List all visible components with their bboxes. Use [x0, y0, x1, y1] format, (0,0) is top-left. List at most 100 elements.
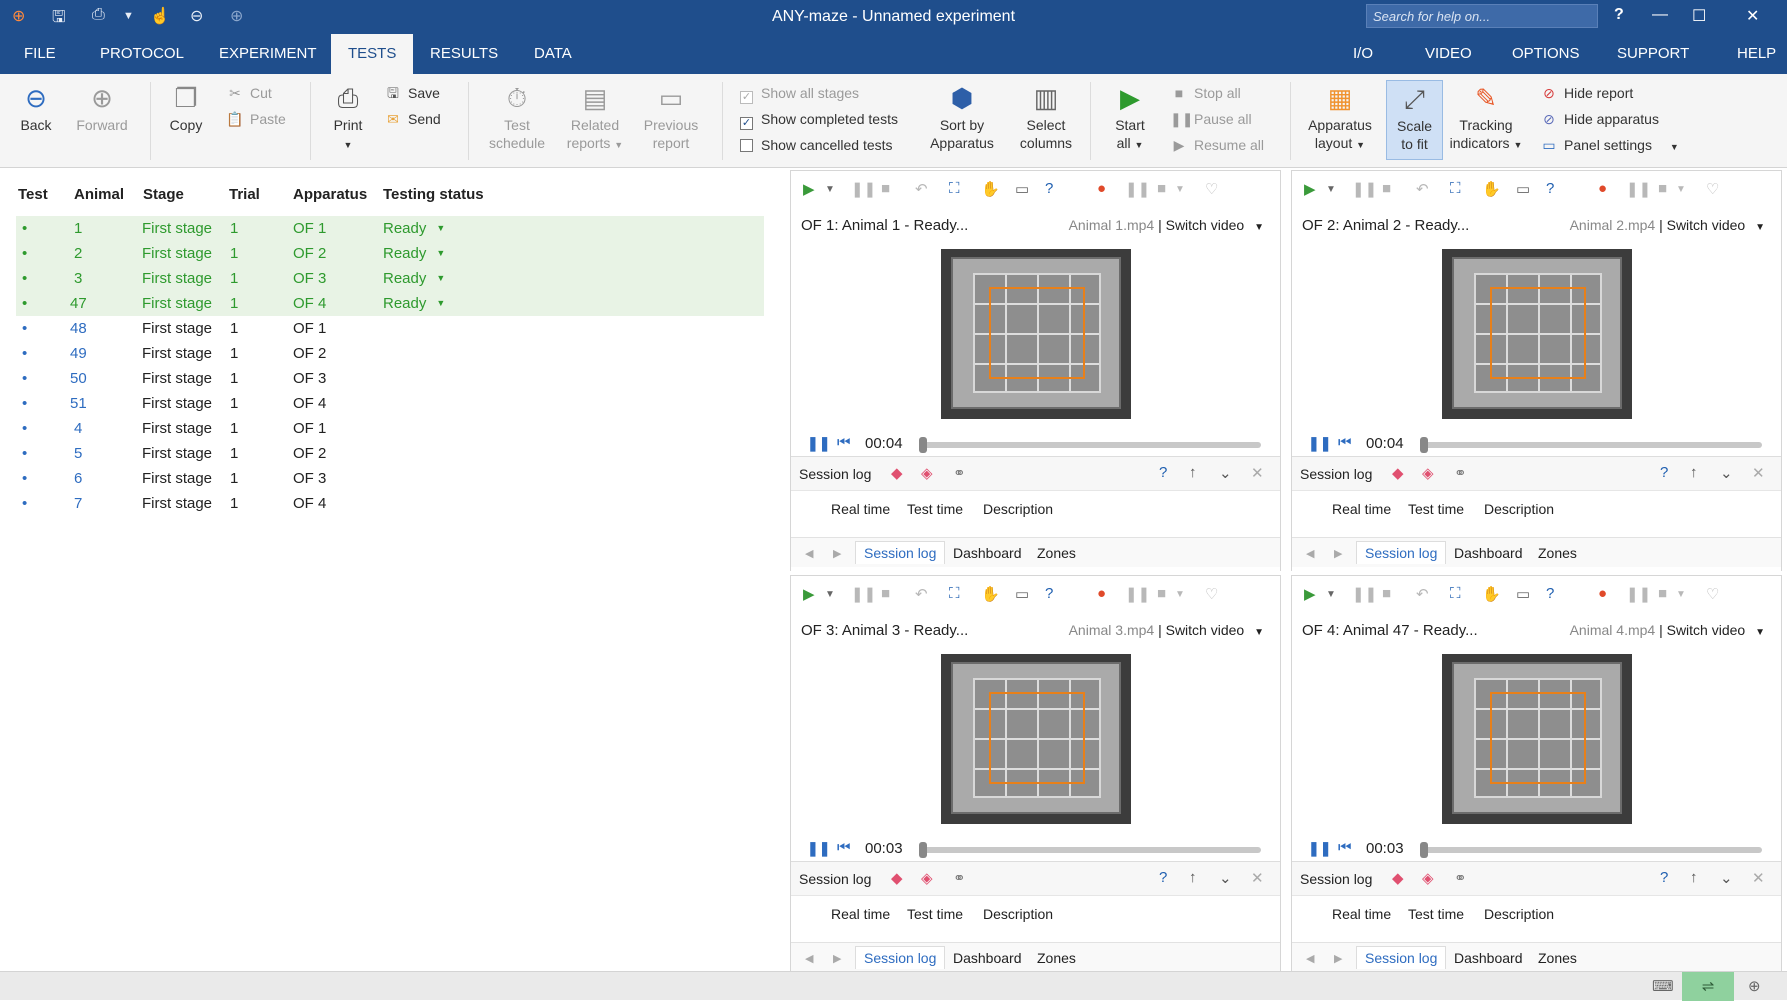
table-row[interactable]: • 49 First stage 1 OF 2: [16, 341, 764, 366]
eraser-icon[interactable]: ◆: [1392, 869, 1404, 887]
play-icon[interactable]: ▶: [803, 180, 815, 198]
related-reports-button[interactable]: ▤ Related reports ▼: [560, 84, 630, 154]
dropdown-arrow-icon[interactable]: ▼: [436, 273, 445, 283]
pause-record-icon[interactable]: ❚❚: [1626, 180, 1651, 198]
heart-icon[interactable]: ♡: [1205, 585, 1218, 603]
previous-report-button[interactable]: ▭ Previous report: [638, 84, 704, 152]
stop-icon[interactable]: ■: [1382, 180, 1391, 197]
link-icon[interactable]: ⚭: [953, 869, 966, 887]
stop-record-icon[interactable]: ■: [1658, 180, 1667, 197]
column-header-stage[interactable]: Stage: [143, 186, 184, 203]
table-row[interactable]: • 50 First stage 1 OF 3: [16, 366, 764, 391]
screen-record-icon[interactable]: ▭: [1516, 585, 1530, 603]
pause-icon[interactable]: ❚❚: [1352, 180, 1377, 198]
help-circle-icon[interactable]: ?: [1159, 464, 1167, 481]
help-circle-icon[interactable]: ?: [1159, 869, 1167, 886]
skip-back-icon[interactable]: ⏮: [837, 839, 851, 856]
chevron-down-icon[interactable]: ▼: [1254, 627, 1264, 638]
play-icon[interactable]: ▶: [1304, 585, 1316, 603]
table-row[interactable]: • 1 First stage 1 OF 1 Ready ▼: [16, 216, 764, 241]
eraser-all-icon[interactable]: ◈: [1422, 869, 1434, 887]
select-columns-button[interactable]: ▥ Select columns: [1016, 84, 1076, 152]
chevron-down-icon[interactable]: ▼: [825, 184, 835, 195]
keyboard-icon[interactable]: ⌨: [1652, 977, 1674, 995]
scroll-right-icon[interactable]: ▶: [1334, 952, 1342, 965]
back-button[interactable]: ⊖ Back: [16, 84, 56, 134]
pause-icon[interactable]: ❚❚: [807, 840, 830, 857]
tab-zones[interactable]: Zones: [1538, 950, 1577, 966]
pause-icon[interactable]: ❚❚: [807, 435, 830, 452]
pause-record-icon[interactable]: ❚❚: [1626, 585, 1651, 603]
fit-icon[interactable]: ⛶: [1450, 180, 1461, 197]
scroll-right-icon[interactable]: ▶: [1334, 547, 1342, 560]
hide-apparatus-button[interactable]: ⊘ Hide apparatus: [1540, 108, 1659, 130]
switch-video-button[interactable]: Switch video: [1667, 217, 1746, 233]
send-button[interactable]: ✉ Send: [384, 108, 441, 130]
dropdown-arrow-icon[interactable]: ▼: [436, 298, 445, 308]
menu-file[interactable]: FILE: [12, 34, 68, 74]
column-header-description[interactable]: Description: [1484, 906, 1554, 922]
tab-dashboard[interactable]: Dashboard: [1454, 545, 1523, 561]
column-header-trial[interactable]: Trial: [229, 186, 260, 203]
stop-record-icon[interactable]: ■: [1658, 585, 1667, 602]
menu-video[interactable]: VIDEO: [1413, 34, 1484, 74]
video-view[interactable]: [1442, 654, 1632, 824]
close-icon[interactable]: ✕: [1752, 869, 1765, 887]
seek-handle[interactable]: [919, 842, 927, 858]
seek-bar[interactable]: [1420, 442, 1762, 448]
undo-icon[interactable]: ↶: [1416, 180, 1429, 198]
chevron-down-icon[interactable]: ▼: [825, 589, 835, 600]
switch-video-button[interactable]: Switch video: [1667, 622, 1746, 638]
pause-record-icon[interactable]: ❚❚: [1125, 585, 1150, 603]
chevron-down-icon[interactable]: ▼: [1175, 589, 1185, 600]
menu-io[interactable]: I/O: [1341, 34, 1385, 74]
seek-bar[interactable]: [1420, 847, 1762, 853]
arrow-up-icon[interactable]: ↑: [1189, 464, 1197, 481]
chevron-down-icon[interactable]: ▼: [1755, 627, 1765, 638]
heart-icon[interactable]: ♡: [1706, 585, 1719, 603]
help-circle-icon[interactable]: ?: [1660, 464, 1668, 481]
help-circle-icon[interactable]: ?: [1546, 585, 1554, 602]
heart-icon[interactable]: ♡: [1706, 180, 1719, 198]
fit-icon[interactable]: ⛶: [949, 585, 960, 602]
tab-dashboard[interactable]: Dashboard: [953, 545, 1022, 561]
switch-video-button[interactable]: Switch video: [1166, 622, 1245, 638]
pause-icon[interactable]: ❚❚: [1352, 585, 1377, 603]
tab-session-log[interactable]: Session log: [1356, 541, 1447, 564]
help-circle-icon[interactable]: ?: [1546, 180, 1554, 197]
hide-report-button[interactable]: ⊘ Hide report: [1540, 82, 1633, 104]
video-view[interactable]: [941, 249, 1131, 419]
tab-zones[interactable]: Zones: [1538, 545, 1577, 561]
column-header-test-time[interactable]: Test time: [907, 906, 963, 922]
copy-button[interactable]: ❐ Copy: [164, 84, 208, 134]
chevron-down-icon[interactable]: ⌄: [1219, 869, 1232, 887]
chevron-down-icon[interactable]: ⌄: [1720, 464, 1733, 482]
menu-data[interactable]: DATA: [522, 34, 584, 74]
heart-icon[interactable]: ♡: [1205, 180, 1218, 198]
column-header-description[interactable]: Description: [983, 906, 1053, 922]
pause-icon[interactable]: ❚❚: [1308, 435, 1331, 452]
globe-icon[interactable]: ⊕: [1748, 977, 1761, 995]
arrow-up-icon[interactable]: ↑: [1189, 869, 1197, 886]
cell-status[interactable]: Ready ▼: [383, 291, 445, 316]
show-completed-tests-checkbox[interactable]: ✓ Show completed tests: [740, 108, 898, 130]
screen-record-icon[interactable]: ▭: [1516, 180, 1530, 198]
skip-back-icon[interactable]: ⏮: [1338, 434, 1352, 451]
panel-settings-button[interactable]: ▭ Panel settings ▼: [1540, 134, 1678, 156]
video-view[interactable]: [1442, 249, 1632, 419]
chevron-down-icon[interactable]: ▼: [1676, 184, 1686, 195]
cell-status[interactable]: Ready ▼: [383, 241, 445, 266]
link-icon[interactable]: ⚭: [953, 464, 966, 482]
arrow-up-icon[interactable]: ↑: [1690, 464, 1698, 481]
column-header-real-time[interactable]: Real time: [1332, 501, 1391, 517]
close-icon[interactable]: ✕: [1251, 464, 1264, 482]
scroll-right-icon[interactable]: ▶: [833, 547, 841, 560]
hand-icon[interactable]: ✋: [1482, 180, 1501, 198]
close-icon[interactable]: ✕: [1251, 869, 1264, 887]
pause-icon[interactable]: ❚❚: [851, 180, 876, 198]
menu-protocol[interactable]: PROTOCOL: [88, 34, 196, 74]
help-search-input[interactable]: Search for help on...: [1366, 4, 1598, 28]
video-view[interactable]: [941, 654, 1131, 824]
test-schedule-button[interactable]: ⏱ Test schedule: [486, 84, 548, 152]
menu-tests[interactable]: TESTS: [331, 34, 414, 74]
